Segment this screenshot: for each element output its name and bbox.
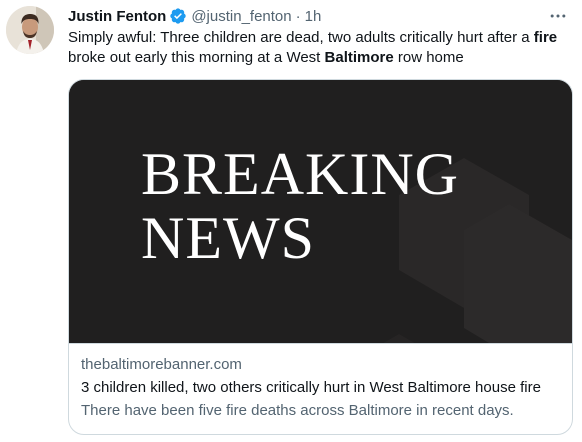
tweet-text: Simply awful: Three children are dead, t… <box>68 28 568 68</box>
link-preview-card[interactable]: BREAKING NEWS thebaltimorebanner.com 3 c… <box>68 79 573 435</box>
avatar-image <box>6 6 54 54</box>
card-image[interactable]: BREAKING NEWS <box>69 80 572 343</box>
card-title: 3 children killed, two others critically… <box>81 379 541 396</box>
separator-dot: · <box>295 7 301 25</box>
breaking-line-2: NEWS <box>141 205 315 271</box>
more-options-icon[interactable] <box>548 6 568 26</box>
card-domain: thebaltimorebanner.com <box>81 356 242 373</box>
card-meta[interactable]: thebaltimorebanner.com 3 children killed… <box>69 343 572 434</box>
tweet[interactable]: Justin Fenton @justin_fenton · 1h Simply… <box>0 0 582 442</box>
tweet-text-part: row home <box>393 49 464 66</box>
tweet-text-part: Simply awful: Three children are dead, t… <box>68 29 534 46</box>
verified-badge-icon[interactable] <box>169 7 187 25</box>
author-display-name[interactable]: Justin Fenton <box>68 8 166 25</box>
author-handle[interactable]: @justin_fenton <box>191 8 291 25</box>
tweet-text-part: broke out early this morning at a West <box>68 49 325 66</box>
tweet-text-bold: fire <box>533 29 558 46</box>
breaking-line-1: BREAKING <box>141 141 459 207</box>
tweet-timestamp[interactable]: 1h <box>305 8 322 25</box>
tweet-header: Justin Fenton @justin_fenton · 1h <box>68 5 321 27</box>
breaking-news-text: BREAKING NEWS <box>69 142 572 270</box>
card-description: There have been five fire deaths across … <box>81 402 514 419</box>
author-avatar[interactable] <box>6 6 54 54</box>
tweet-text-bold: Baltimore <box>324 49 394 66</box>
